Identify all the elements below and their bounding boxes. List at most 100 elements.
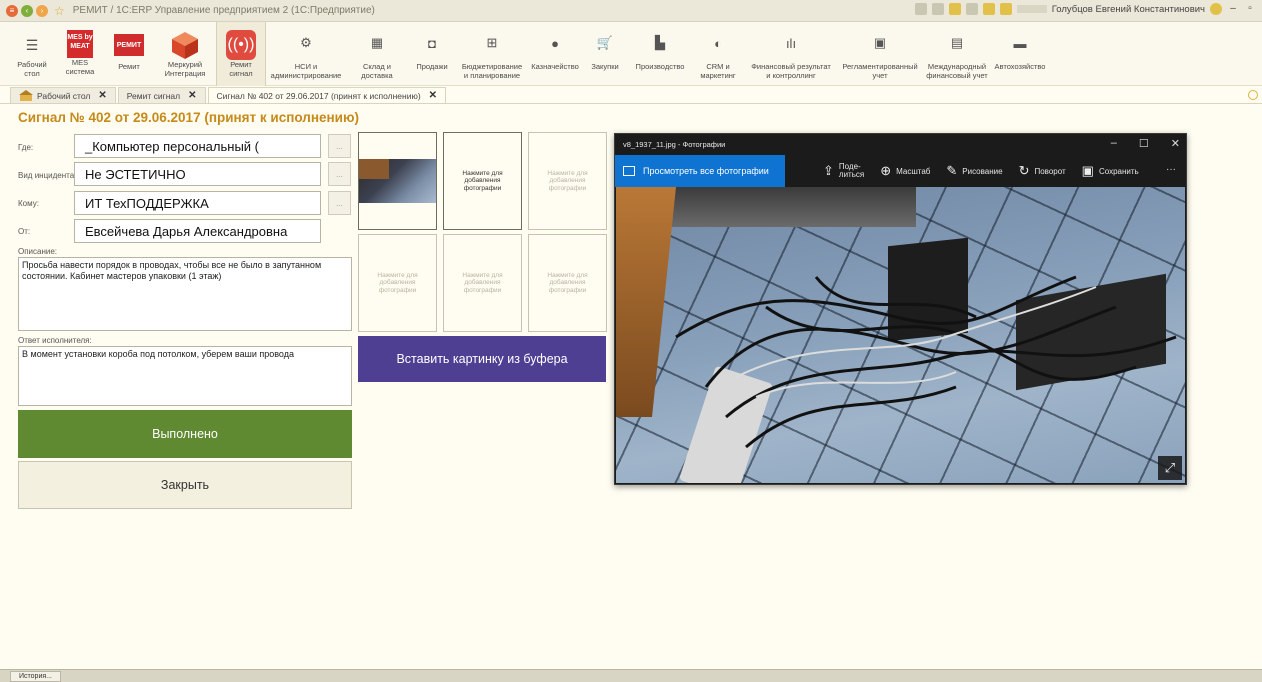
photos-viewer-window: v8_1937_11.jpg - Фотографии – ☐ ✕ Просмо…: [614, 133, 1187, 485]
forward-icon[interactable]: ›: [36, 4, 48, 17]
rotate-icon: ↻: [1018, 163, 1030, 178]
restore-icon[interactable]: ▫: [1244, 3, 1256, 15]
pen-icon: ✎: [946, 163, 958, 178]
section-budget[interactable]: ⊞ Бюджетирование и планирование: [456, 22, 528, 86]
section-label: Продажи: [416, 62, 448, 71]
section-label: Ремит: [118, 62, 140, 71]
fullscreen-icon[interactable]: ⤢: [1158, 456, 1182, 480]
section-label: Ремит сигнал: [229, 60, 253, 78]
zoom-button[interactable]: ⊕ Масштаб: [880, 163, 930, 179]
gallery-icon: [623, 166, 635, 176]
paste-image-button[interactable]: Вставить картинку из буфера: [358, 336, 606, 382]
section-intl[interactable]: ▤ Международный финансовый учет: [922, 22, 992, 86]
incident-label: Вид инцидента:: [18, 171, 77, 180]
tab-signals[interactable]: Ремит сигнал ✕: [117, 87, 206, 103]
photo-slot-5[interactable]: Нажмите для добавления фотографии: [443, 234, 522, 332]
minimize-icon[interactable]: –: [1227, 3, 1239, 15]
close-icon[interactable]: ✕: [188, 90, 196, 101]
description-field[interactable]: Просьба навести порядок в проводах, чтоб…: [18, 257, 352, 331]
section-regulated[interactable]: ▣ Регламентированный учет: [838, 22, 922, 86]
share-button[interactable]: ⇪ Поде- литься: [823, 163, 864, 179]
user-name[interactable]: Голубцов Евгений Константинович: [1052, 4, 1205, 15]
section-signal[interactable]: ((•)) Ремит сигнал: [216, 22, 266, 86]
reply-field[interactable]: В момент установки короба под потолком, …: [18, 346, 352, 406]
mes-logo: MES by MEAT: [67, 30, 93, 58]
section-label: Рабочий стол: [17, 60, 47, 78]
photo-slot-4[interactable]: Нажмите для добавления фотографии: [358, 234, 437, 332]
viewer-title-bar: v8_1937_11.jpg - Фотографии – ☐ ✕: [615, 134, 1186, 155]
to-select-button[interactable]: ...: [328, 191, 351, 215]
where-field[interactable]: _Компьютер персональный (: [74, 134, 321, 158]
more-icon[interactable]: ···: [1166, 164, 1176, 175]
rotate-label: Поворот: [1034, 166, 1066, 176]
history-icon[interactable]: [931, 3, 944, 15]
view-all-photos-button[interactable]: Просмотреть все фотографии: [615, 155, 785, 187]
section-production[interactable]: ▙ Производство: [628, 22, 692, 86]
close-button[interactable]: Закрыть: [18, 461, 352, 509]
section-warehouse[interactable]: ▦ Склад и доставка: [346, 22, 408, 86]
incident-select-button[interactable]: ...: [328, 162, 351, 186]
photo-thumbnail: [359, 159, 436, 203]
draw-label: Рисование: [962, 166, 1003, 176]
calendar-icon[interactable]: [982, 3, 995, 15]
reminders-icon[interactable]: [999, 3, 1012, 15]
from-field[interactable]: Евсейчева Дарья Александровна: [74, 219, 321, 243]
section-remit[interactable]: РЕМИТ Ремит: [104, 22, 154, 86]
calculator-icon[interactable]: [965, 3, 978, 15]
viewer-minimize-icon[interactable]: –: [1111, 137, 1117, 150]
view-all-label: Просмотреть все фотографии: [643, 166, 769, 176]
section-treasury[interactable]: ● Казначейство: [528, 22, 582, 86]
budget-icon: ⊞: [486, 35, 498, 50]
alarm-icon: ((•)): [226, 30, 256, 60]
window-title: РЕМИТ / 1С:ERP Управление предприятием 2…: [72, 5, 375, 16]
section-label: Бюджетирование и планирование: [461, 62, 523, 80]
back-icon[interactable]: ‹: [21, 4, 33, 17]
photo-slot-6[interactable]: Нажмите для добавления фотографии: [528, 234, 607, 332]
section-sales[interactable]: ◘ Продажи: [408, 22, 456, 86]
draw-button[interactable]: ✎ Рисование: [946, 163, 1002, 179]
where-select-button[interactable]: ...: [328, 134, 351, 158]
section-label: Финансовый результат и контроллинг: [751, 62, 831, 80]
section-finresult[interactable]: ılı Финансовый результат и контроллинг: [744, 22, 838, 86]
tab-signal-402[interactable]: Сигнал № 402 от 29.06.2017 (принят к исп…: [207, 87, 447, 103]
section-auto[interactable]: ▬ Автохозяйство: [992, 22, 1048, 86]
favorites-star-icon[interactable]: ☆: [54, 4, 65, 18]
section-label: Закупки: [591, 62, 619, 71]
tabs-menu-icon[interactable]: [1248, 90, 1258, 100]
photo-slot-2[interactable]: Нажмите для добавления фотографии: [443, 132, 522, 230]
history-button[interactable]: История...: [10, 671, 61, 682]
close-icon[interactable]: ✕: [98, 90, 106, 101]
section-mes[interactable]: MES by MEAT MES система: [56, 22, 104, 86]
rotate-button[interactable]: ↻ Поворот: [1019, 163, 1066, 179]
title-bar: ≡ ‹ › ☆ РЕМИТ / 1С:ERP Управление предпр…: [0, 0, 1262, 22]
incident-field[interactable]: Не ЭСТЕТИЧНО: [74, 162, 321, 186]
reply-label: Ответ исполнителя:: [18, 336, 92, 345]
zoom-icon: ⊕: [880, 163, 892, 178]
favorites-icon[interactable]: [948, 3, 961, 15]
done-button[interactable]: Выполнено: [18, 410, 352, 458]
tab-desktop[interactable]: Рабочий стол ✕: [10, 87, 116, 103]
close-icon[interactable]: ✕: [429, 90, 437, 101]
viewer-photo[interactable]: ← ▭ 🗑 → ⤢: [616, 187, 1185, 483]
viewer-maximize-icon[interactable]: ☐: [1139, 137, 1149, 150]
section-crm[interactable]: ◐ CRM и маркетинг: [692, 22, 744, 86]
info-icon[interactable]: [1210, 3, 1222, 15]
section-label: Производство: [635, 62, 685, 71]
section-mercury[interactable]: Меркурий Интеграция: [154, 22, 216, 86]
cart-icon: 🛒: [596, 35, 614, 50]
open-tabs: Рабочий стол ✕ Ремит сигнал ✕ Сигнал № 4…: [0, 87, 1262, 104]
coin-icon: ●: [551, 35, 559, 51]
section-purchases[interactable]: 🛒 Закупки: [582, 22, 628, 86]
save-button[interactable]: ▣ Сохранить: [1082, 163, 1139, 179]
photo-slot-1[interactable]: [358, 132, 437, 230]
viewer-close-icon[interactable]: ✕: [1171, 137, 1180, 150]
section-nsi[interactable]: ⚙ НСИ и администрирование: [266, 22, 346, 86]
to-label: Кому:: [18, 199, 39, 208]
photo-slot-3[interactable]: Нажмите для добавления фотографии: [528, 132, 607, 230]
section-label: Казначейство: [531, 62, 579, 71]
search-icon[interactable]: [914, 3, 927, 15]
to-field[interactable]: ИТ ТехПОДДЕРЖКА: [74, 191, 321, 215]
app-menu-icon[interactable]: ≡: [6, 4, 18, 17]
section-desktop[interactable]: ☰ Рабочий стол: [8, 22, 56, 86]
from-label: От:: [18, 227, 31, 236]
